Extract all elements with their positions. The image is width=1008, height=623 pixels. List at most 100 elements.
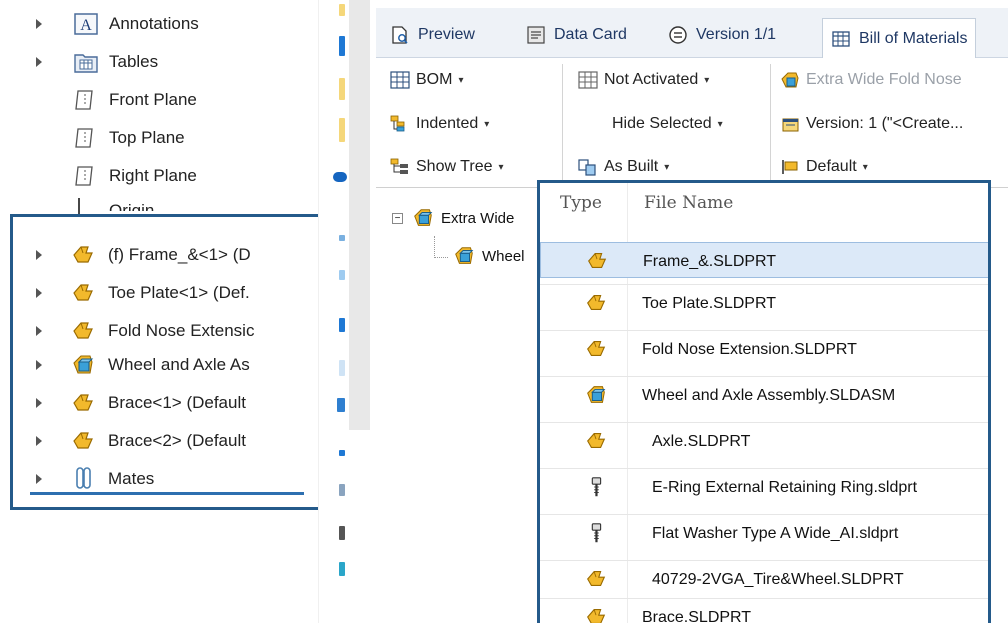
tab-version[interactable]: Version 1/1 [668, 16, 776, 54]
strip-icon[interactable] [339, 526, 345, 540]
tree-item-tables[interactable]: Tables [0, 44, 318, 80]
bom-table-row[interactable]: Wheel and Axle Assembly.SLDASM [540, 376, 988, 412]
tab-preview[interactable]: Preview [390, 16, 475, 54]
chevron-down-icon: ▾ [498, 161, 504, 173]
preview-icon [392, 26, 408, 44]
tab-label: Data Card [554, 26, 627, 43]
bom-table-row[interactable]: 40729-2VGA_Tire&Wheel.SLDPRT [540, 560, 988, 596]
version-label: Version: 1 ("<Create... [806, 115, 964, 132]
bom-table-row[interactable]: Axle.SLDPRT [540, 422, 988, 458]
file-name-cell: Frame_&.SLDPRT [643, 253, 777, 270]
strip-icon[interactable] [339, 318, 345, 332]
configuration-label: Default [806, 158, 857, 175]
bom-tree-child[interactable]: Wheel [452, 242, 525, 270]
tab-label: Version 1/1 [696, 26, 777, 43]
as-built-dropdown[interactable]: As Built ▾ [578, 155, 669, 179]
strip-icon[interactable] [339, 118, 345, 142]
part-icon [587, 609, 606, 623]
tree-item-origin[interactable]: Origin [0, 196, 318, 216]
bom-ribbon: BOM ▾ Indented ▾ Show Tree ▾ Not Activat… [376, 58, 1008, 188]
assembly-icon [587, 386, 606, 403]
tab-label: Preview [418, 26, 475, 43]
file-name-cell: E-Ring External Retaining Ring.sldprt [652, 479, 918, 496]
tree-item-label: Tables [109, 52, 159, 71]
part-icon [588, 253, 607, 269]
column-header-type[interactable]: Type [560, 193, 602, 213]
cloud-icon[interactable] [333, 172, 347, 182]
column-header-file-name[interactable]: File Name [644, 193, 733, 213]
tree-item-front-plane[interactable]: Front Plane [0, 82, 318, 118]
strip-icon[interactable] [339, 484, 345, 496]
bom-table-row[interactable]: Frame_&.SLDPRT [540, 242, 988, 278]
bom-table-row[interactable]: Toe Plate.SLDPRT [540, 284, 988, 320]
version-history-icon [782, 118, 799, 132]
strip-icon[interactable] [337, 398, 345, 412]
tree-item-top-plane[interactable]: Top Plane [0, 120, 318, 156]
bom-table-row[interactable]: E-Ring External Retaining Ring.sldprt [540, 468, 988, 504]
components-highlight-box [10, 214, 330, 510]
activation-dropdown[interactable]: Not Activated ▾ [578, 68, 709, 92]
expand-arrow-icon[interactable] [36, 57, 42, 67]
bom-structure-tree: − Extra Wide Wheel [376, 190, 546, 623]
indented-icon [390, 115, 405, 132]
tree-item-annotations[interactable]: A Annotations [0, 6, 318, 42]
chevron-down-icon: ▾ [458, 74, 464, 86]
bom-type-label: BOM [416, 71, 453, 88]
tables-icon [74, 54, 98, 73]
file-name-cell: Toe Plate.SLDPRT [642, 295, 776, 312]
strip-icon[interactable] [339, 270, 345, 280]
tree-item-label: Top Plane [109, 128, 185, 147]
assembly-name-field: Extra Wide Fold Nose [780, 68, 962, 92]
tree-item-right-plane[interactable]: Right Plane [0, 158, 318, 194]
file-name-cell: 40729-2VGA_Tire&Wheel.SLDPRT [652, 571, 904, 588]
tree-item-label: Annotations [109, 14, 199, 33]
bom-table-icon [578, 71, 598, 89]
bom-table-row[interactable]: Fold Nose Extension.SLDPRT [540, 330, 988, 366]
file-name-cell: Flat Washer Type A Wide_AI.sldprt [652, 525, 899, 542]
chevron-down-icon: ▾ [664, 161, 670, 173]
assembly-name-label: Extra Wide Fold Nose [806, 71, 962, 88]
tab-label: Bill of Materials [859, 30, 968, 47]
show-tree-label: Show Tree [416, 158, 493, 175]
strip-icon[interactable] [339, 235, 345, 241]
strip-icon[interactable] [339, 562, 345, 576]
assembly-icon [781, 72, 799, 88]
tab-bill-of-materials[interactable]: Bill of Materials [822, 18, 977, 59]
tree-item-label: Right Plane [109, 166, 197, 185]
bom-tree-root[interactable]: − Extra Wide [392, 204, 514, 232]
ribbon-separator [770, 64, 771, 182]
vertical-scrollbar[interactable] [349, 0, 370, 430]
view-mode-dropdown[interactable]: Indented ▾ [390, 112, 489, 136]
strip-icon[interactable] [339, 36, 345, 56]
hide-selected-dropdown[interactable]: Hide Selected ▾ [612, 112, 723, 136]
bom-type-dropdown[interactable]: BOM ▾ [390, 68, 463, 92]
configuration-dropdown[interactable]: Default ▾ [780, 155, 868, 179]
as-built-icon [578, 159, 596, 176]
version-dropdown[interactable]: Version: 1 ("<Create... [780, 112, 963, 136]
expand-arrow-icon[interactable] [36, 19, 42, 29]
plane-icon [75, 90, 93, 110]
plane-icon [75, 166, 93, 186]
strip-icon[interactable] [339, 4, 345, 16]
strip-icon[interactable] [339, 78, 345, 100]
show-tree-dropdown[interactable]: Show Tree ▾ [390, 155, 504, 179]
bom-table-row[interactable]: Flat Washer Type A Wide_AI.sldprt [540, 514, 988, 550]
toolbox-icon [591, 477, 602, 497]
file-name-cell: Brace.SLDPRT [642, 609, 752, 623]
data-card-icon [527, 26, 545, 44]
bom-table-icon [832, 31, 850, 47]
origin-icon [78, 198, 95, 216]
strip-icon[interactable] [339, 450, 345, 456]
part-icon [587, 341, 606, 357]
tree-item-label: Front Plane [109, 90, 197, 109]
annotations-icon: A [74, 13, 98, 35]
bom-table-row[interactable]: Brace.SLDPRT [540, 598, 988, 623]
toolbox-icon [591, 523, 602, 543]
tab-data-card[interactable]: Data Card [526, 16, 627, 54]
bom-table-highlight-box: Type File Name Frame_&.SLDPRT Toe Plate.… [537, 180, 991, 623]
plane-icon [75, 128, 93, 148]
part-icon [587, 571, 606, 587]
collapse-icon[interactable]: − [392, 212, 403, 224]
file-name-cell: Axle.SLDPRT [652, 433, 751, 450]
strip-icon[interactable] [339, 360, 345, 376]
